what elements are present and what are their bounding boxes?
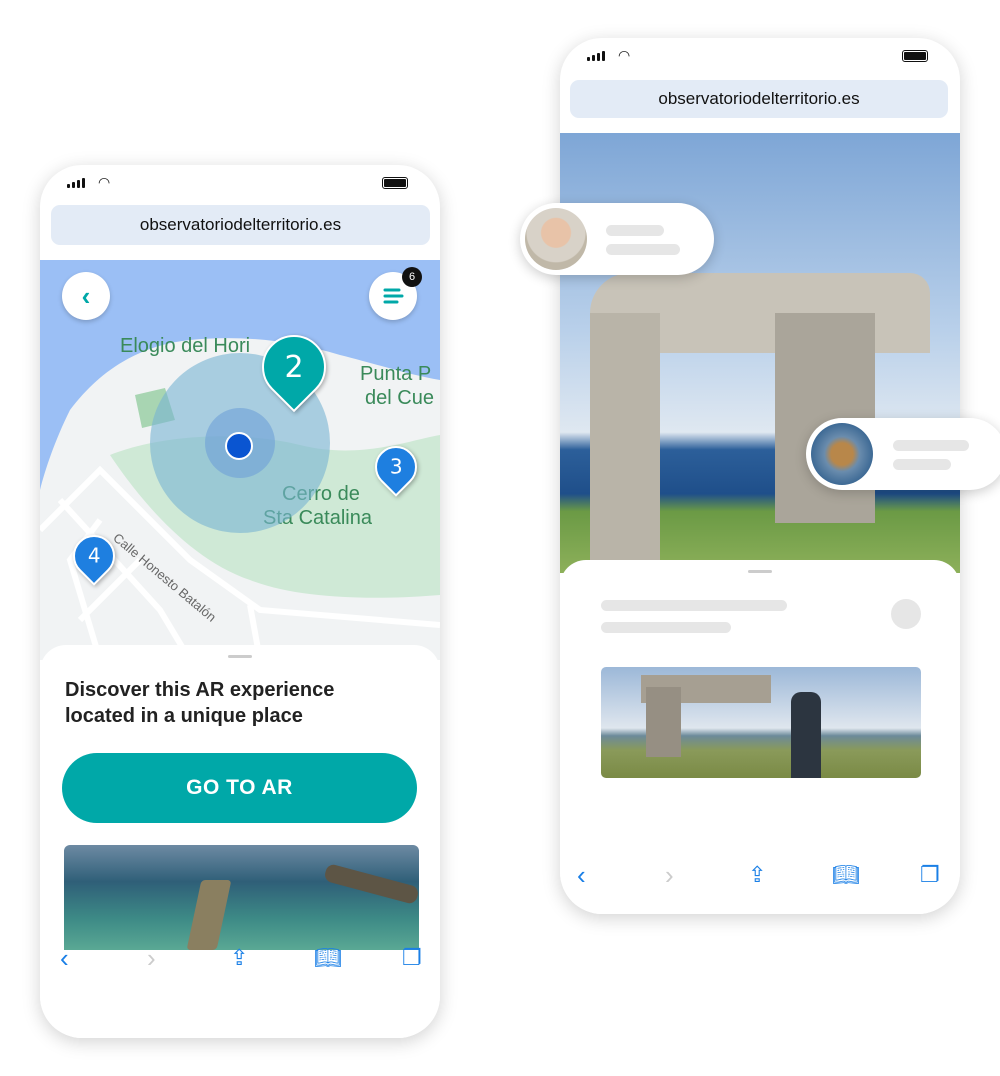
sheet-heading: Discover this AR experience located in a…	[65, 679, 335, 727]
map[interactable]: Elogio del Hori Punta P del Cue Cerro de…	[40, 260, 440, 660]
placeholder-line	[606, 225, 664, 236]
bottom-sheet: ‹ › ⇪ 📖︎ ❐	[560, 560, 960, 914]
place-card[interactable]	[806, 418, 1000, 490]
left-phone: ◠ observatoriodelterritorio.es Elogio de…	[40, 165, 440, 1038]
tabs-icon[interactable]: ❐	[402, 938, 422, 978]
bottom-sheet: Discover this AR experience located in a…	[40, 645, 440, 1038]
placeholder-line	[601, 622, 731, 633]
battery-icon	[902, 50, 928, 62]
browser-toolbar: ‹ › ⇪ 📖︎ ❐	[560, 855, 960, 895]
chevron-left-icon: ‹	[81, 280, 91, 311]
bookmarks-icon[interactable]: 📖︎	[832, 855, 860, 895]
placeholder-avatar	[891, 599, 921, 629]
place-avatar	[811, 423, 873, 485]
placeholder-line	[893, 459, 951, 470]
share-icon[interactable]: ⇪	[748, 855, 766, 895]
wifi-icon: ◠	[98, 174, 111, 190]
forward-nav-icon[interactable]: ›	[665, 855, 674, 895]
map-label: del Cue	[365, 387, 434, 409]
forward-nav-icon[interactable]: ›	[147, 938, 156, 978]
share-icon[interactable]: ⇪	[230, 938, 248, 978]
avatar	[525, 208, 587, 270]
sculptor-photo	[601, 667, 921, 778]
placeholder-line	[893, 440, 969, 451]
battery-icon	[382, 177, 408, 189]
sculpture-photo	[560, 133, 960, 573]
map-label: Punta P	[360, 363, 432, 385]
back-nav-icon[interactable]: ‹	[577, 855, 586, 895]
sheet-handle[interactable]	[748, 570, 772, 573]
placeholder-line	[606, 244, 680, 255]
sheet-handle[interactable]	[228, 655, 252, 658]
menu-badge: 6	[402, 267, 422, 287]
bookmarks-icon[interactable]: 📖︎	[314, 938, 342, 978]
back-nav-icon[interactable]: ‹	[60, 938, 69, 978]
tabs-icon[interactable]: ❐	[920, 855, 940, 895]
back-button[interactable]: ‹	[62, 272, 110, 320]
current-location-dot	[225, 432, 253, 460]
wifi-icon: ◠	[618, 47, 631, 63]
signal-icon	[67, 178, 85, 188]
coast-photo	[64, 845, 420, 950]
profile-card[interactable]	[520, 203, 714, 275]
go-to-ar-button[interactable]: GO TO AR	[62, 753, 417, 823]
status-bar: ◠	[40, 165, 440, 201]
url-bar[interactable]: observatoriodelterritorio.es	[570, 80, 948, 118]
browser-toolbar: ‹ › ⇪ 📖︎ ❐	[40, 938, 440, 978]
signal-icon	[587, 51, 605, 61]
status-bar: ◠	[560, 38, 960, 74]
placeholder-line	[601, 600, 787, 611]
url-bar[interactable]: observatoriodelterritorio.es	[51, 205, 430, 245]
